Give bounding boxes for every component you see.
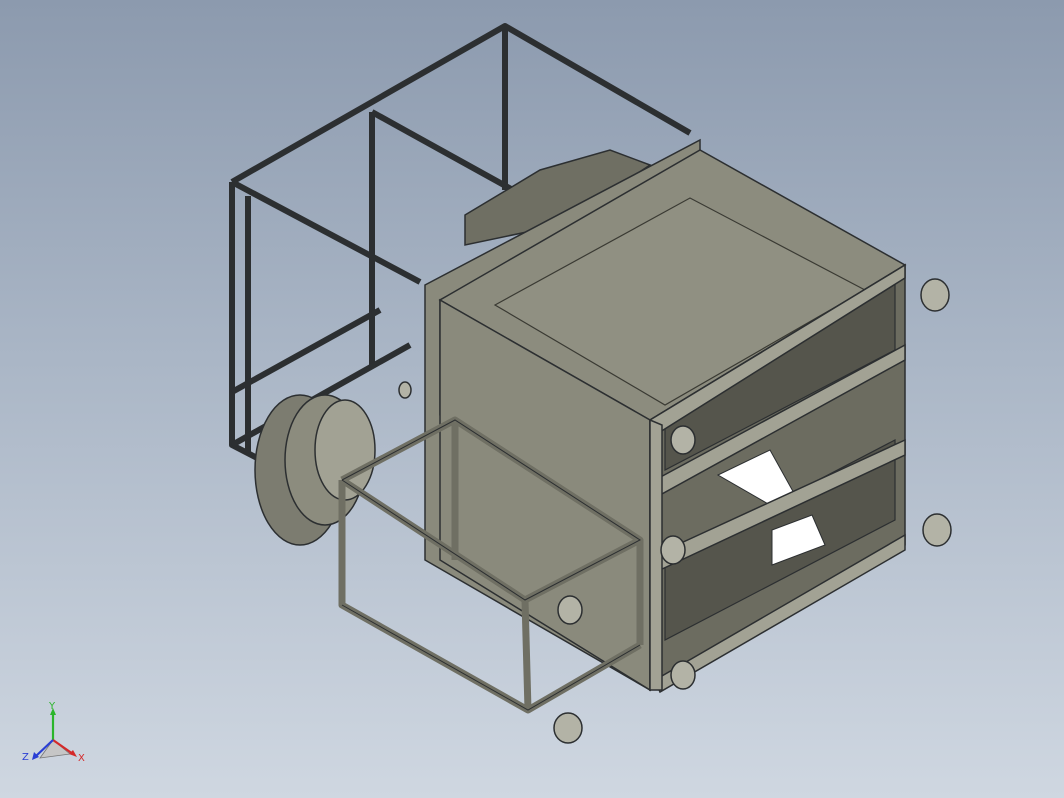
coordinate-triad: Y X Z bbox=[22, 701, 85, 764]
3d-model-view[interactable] bbox=[0, 0, 1064, 798]
x-axis-label: X bbox=[78, 753, 85, 764]
y-axis-label: Y bbox=[48, 701, 56, 712]
graphics-viewport[interactable]: Y X Z bbox=[0, 0, 1064, 798]
z-axis-label: Z bbox=[22, 752, 29, 763]
